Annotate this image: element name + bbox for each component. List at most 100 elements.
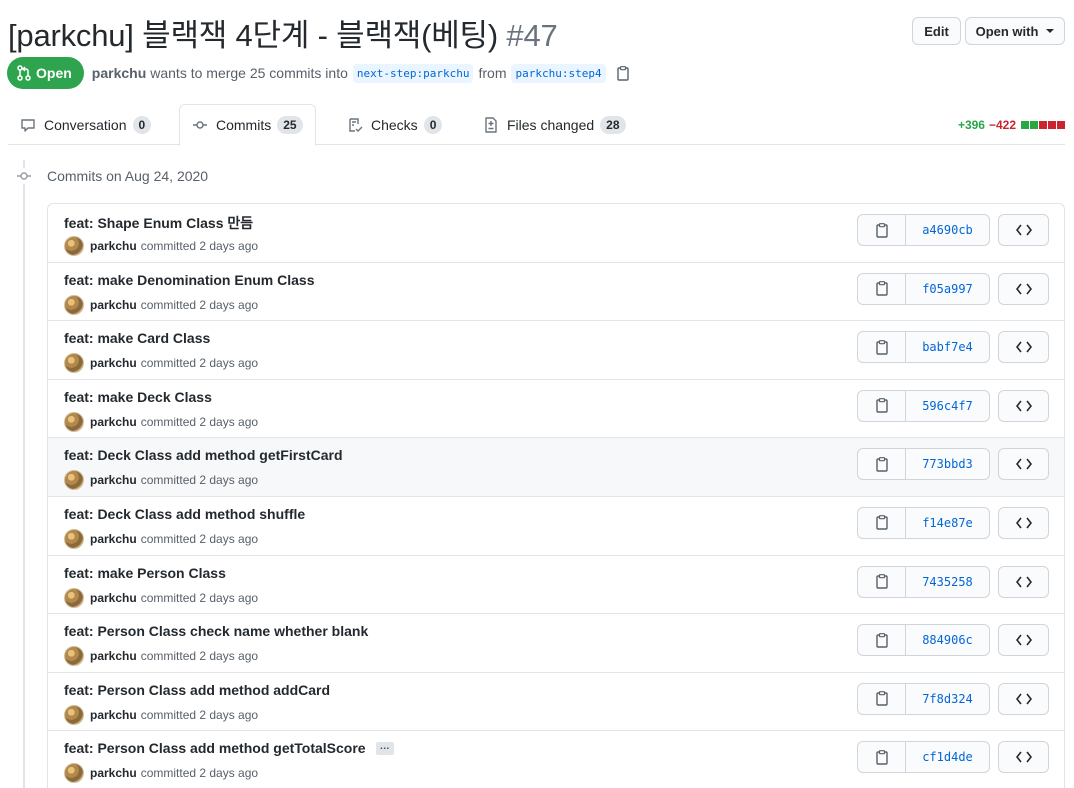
- code-icon: [1015, 693, 1032, 705]
- commit-message-link[interactable]: feat: Deck Class add method getFirstCard: [64, 447, 343, 463]
- commit-meta: parkchu committed 2 days ago: [64, 646, 258, 667]
- commit-author[interactable]: parkchu: [90, 239, 137, 253]
- tab-files-changed[interactable]: Files changed 28: [471, 104, 638, 145]
- commit-time: committed 2 days ago: [140, 297, 259, 312]
- pr-meta: Open parkchu wants to merge 25 commits i…: [7, 57, 629, 89]
- commit-message-link[interactable]: feat: make Card Class: [64, 330, 210, 346]
- copy-sha-button[interactable]: [858, 390, 906, 421]
- commit-sha-link[interactable]: f14e87e: [906, 508, 989, 538]
- state-label: Open: [36, 65, 72, 81]
- browse-repo-button[interactable]: [998, 448, 1049, 481]
- pr-author-link[interactable]: parkchu: [92, 65, 146, 81]
- diffstat-block: [1021, 121, 1029, 129]
- commit-message-link[interactable]: feat: make Person Class: [64, 565, 226, 581]
- browse-repo-button[interactable]: [998, 682, 1049, 715]
- commit-author[interactable]: parkchu: [90, 415, 137, 429]
- copy-sha-button[interactable]: [858, 215, 906, 245]
- commit-sha-group: babf7e4: [857, 331, 990, 364]
- commit-sha-link[interactable]: 884906c: [906, 625, 989, 655]
- copy-sha-button[interactable]: [858, 683, 906, 714]
- avatar[interactable]: [64, 528, 84, 549]
- browse-repo-button[interactable]: [998, 272, 1049, 305]
- copy-sha-button[interactable]: [858, 449, 906, 480]
- commit-sha-group: f05a997: [857, 272, 990, 305]
- commit-message: feat: make Deck Class: [64, 389, 212, 405]
- avatar[interactable]: [64, 236, 84, 256]
- browse-repo-button[interactable]: [998, 741, 1049, 774]
- commit-sha-link[interactable]: 773bbd3: [906, 449, 989, 479]
- copy-sha-button[interactable]: [858, 507, 906, 538]
- diffstat-block: [1030, 121, 1038, 129]
- commit-sha-link[interactable]: 7f8d324: [906, 684, 989, 714]
- commit-row: feat: Person Class check name whether bl…: [48, 614, 1064, 673]
- commit-meta: parkchu committed 2 days ago: [64, 236, 258, 256]
- commit-sha-group: 7f8d324: [857, 682, 990, 715]
- diffstat-block: [1057, 121, 1065, 129]
- commit-icon: [193, 121, 207, 129]
- commit-author[interactable]: parkchu: [90, 708, 137, 722]
- avatar[interactable]: [64, 294, 84, 315]
- clipboard-icon: [875, 574, 888, 589]
- browse-repo-button[interactable]: [998, 331, 1049, 364]
- commit-message-link[interactable]: feat: Shape Enum Class 만듬: [64, 213, 253, 233]
- browse-repo-button[interactable]: [998, 506, 1049, 539]
- commit-author[interactable]: parkchu: [90, 766, 137, 780]
- commit-sha-link[interactable]: babf7e4: [906, 332, 989, 362]
- tab-conversation[interactable]: Conversation 0: [8, 104, 163, 145]
- browse-repo-button[interactable]: [998, 565, 1049, 598]
- comment-icon: [21, 118, 35, 132]
- commit-meta: parkchu committed 2 days ago: [64, 470, 259, 491]
- commit-author[interactable]: parkchu: [90, 473, 137, 487]
- browse-repo-button[interactable]: [998, 214, 1049, 246]
- commit-author[interactable]: parkchu: [90, 356, 137, 370]
- avatar[interactable]: [64, 587, 84, 608]
- diffstat: +396 −422: [958, 118, 1065, 132]
- avatar[interactable]: [64, 411, 84, 432]
- commit-message: feat: Deck Class add method getFirstCard: [64, 447, 343, 463]
- avatar[interactable]: [64, 763, 84, 784]
- tab-checks[interactable]: Checks 0: [335, 104, 454, 145]
- copy-sha-button[interactable]: [858, 332, 906, 363]
- copy-sha-button[interactable]: [858, 742, 906, 773]
- commit-author[interactable]: parkchu: [90, 298, 137, 312]
- expand-message-button[interactable]: …: [375, 741, 394, 755]
- commit-author[interactable]: parkchu: [90, 591, 137, 605]
- commit-message-link[interactable]: feat: Person Class add method addCard: [64, 682, 330, 698]
- commit-sha-link[interactable]: a4690cb: [906, 215, 989, 245]
- commit-sha-link[interactable]: cf1d4de: [906, 742, 989, 772]
- avatar[interactable]: [64, 353, 84, 374]
- avatar[interactable]: [64, 704, 84, 725]
- commit-message-link[interactable]: feat: make Denomination Enum Class: [64, 272, 315, 288]
- commit-sha-group: 884906c: [857, 624, 990, 657]
- commit-message-link[interactable]: feat: Person Class check name whether bl…: [64, 623, 368, 639]
- commit-message-link[interactable]: feat: Deck Class add method shuffle: [64, 506, 305, 522]
- commit-row: feat: Shape Enum Class 만듬 parkchu commit…: [48, 204, 1064, 263]
- base-branch[interactable]: next-step:parkchu: [352, 63, 474, 83]
- commit-sha-link[interactable]: 7435258: [906, 567, 989, 597]
- commit-message-link[interactable]: feat: make Deck Class: [64, 389, 212, 405]
- avatar[interactable]: [64, 470, 84, 491]
- commit-sha-link[interactable]: 596c4f7: [906, 391, 989, 421]
- commit-message-link[interactable]: feat: Person Class add method getTotalSc…: [64, 740, 366, 756]
- copy-sha-button[interactable]: [858, 273, 906, 304]
- commit-author[interactable]: parkchu: [90, 532, 137, 546]
- clipboard-icon[interactable]: [616, 65, 629, 81]
- open-with-button[interactable]: Open with: [965, 17, 1065, 45]
- commit-sha-group: 7435258: [857, 565, 990, 598]
- tab-commits-count: 25: [277, 116, 303, 134]
- deletions-count: −422: [988, 118, 1016, 132]
- chevron-down-icon: [1046, 29, 1055, 33]
- additions-count: +396: [957, 118, 985, 132]
- browse-repo-button[interactable]: [998, 624, 1049, 657]
- browse-repo-button[interactable]: [998, 389, 1049, 422]
- commit-time: committed 2 days ago: [140, 473, 259, 488]
- edit-button[interactable]: Edit: [912, 17, 961, 45]
- tab-commits[interactable]: Commits 25: [179, 104, 316, 146]
- copy-sha-button[interactable]: [858, 625, 906, 656]
- commit-sha-link[interactable]: f05a997: [906, 274, 989, 304]
- commit-author[interactable]: parkchu: [90, 649, 137, 663]
- avatar[interactable]: [64, 646, 84, 667]
- clipboard-icon: [875, 691, 888, 706]
- copy-sha-button[interactable]: [858, 566, 906, 597]
- head-branch[interactable]: parkchu:step4: [511, 63, 606, 83]
